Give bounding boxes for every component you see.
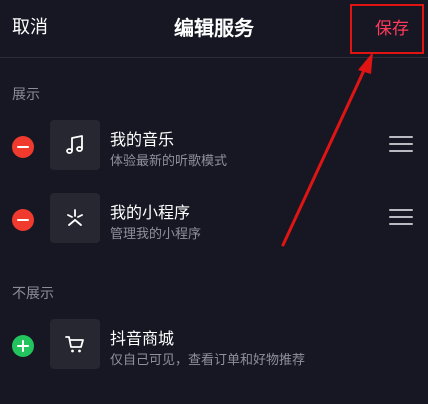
annotation-highlight-box: [350, 4, 424, 54]
header-divider: [0, 57, 428, 58]
section-title-shown: 展示: [12, 87, 40, 103]
service-title: 我的小程序: [110, 203, 191, 222]
service-subtitle: 体验最新的听歌模式: [110, 154, 228, 169]
service-title: 抖音商城: [110, 329, 175, 348]
service-icon-tile: [50, 120, 100, 170]
service-icon-tile: [50, 319, 100, 369]
drag-handle-icon[interactable]: [389, 136, 413, 154]
drag-handle-icon[interactable]: [389, 209, 413, 227]
remove-icon[interactable]: [12, 136, 34, 158]
service-title: 我的音乐: [110, 130, 175, 149]
service-subtitle: 管理我的小程序: [110, 227, 202, 242]
service-row: 抖音商城 仅自己可见，查看订单和好物推荐: [0, 319, 428, 379]
header: 取消 编辑服务 保存: [0, 0, 428, 57]
service-icon-tile: [50, 193, 100, 243]
edit-services-page: 取消 编辑服务 保存 展示 我的音乐 体验最新的听歌模式 我的小程序 管理我的小…: [0, 0, 428, 404]
service-row: 我的音乐 体验最新的听歌模式: [0, 120, 428, 180]
service-row: 我的小程序 管理我的小程序: [0, 193, 428, 253]
remove-icon[interactable]: [12, 209, 34, 231]
section-title-hidden: 不展示: [12, 286, 54, 302]
music-note-icon: [66, 135, 83, 154]
mini-program-icon: [67, 209, 83, 226]
service-subtitle: 仅自己可见，查看订单和好物推荐: [110, 353, 306, 368]
shopping-cart-icon: [65, 336, 84, 353]
add-icon[interactable]: [12, 335, 34, 357]
